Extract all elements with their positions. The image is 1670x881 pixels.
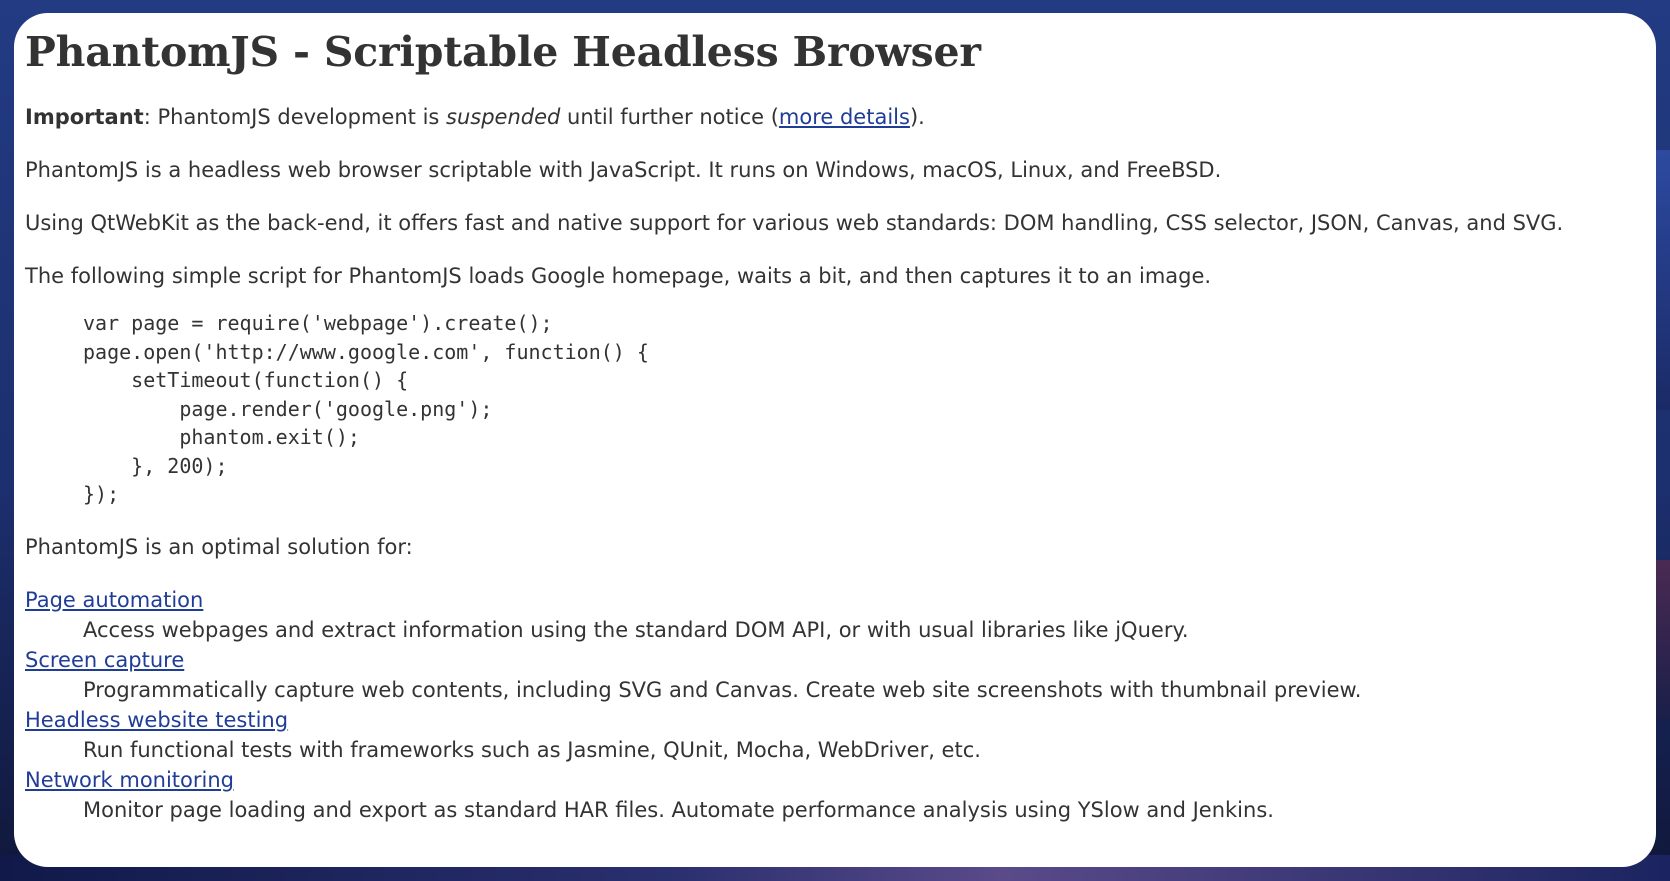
page-title: PhantomJS - Scriptable Headless Browser	[25, 28, 981, 76]
screen-capture-link[interactable]: Screen capture	[25, 648, 184, 672]
use-case-description: Run functional tests with frameworks suc…	[83, 737, 981, 762]
backend-paragraph: Using QtWebKit as the back-end, it offer…	[25, 211, 1564, 235]
network-monitoring-link[interactable]: Network monitoring	[25, 768, 234, 792]
more-details-link[interactable]: more details	[779, 105, 910, 129]
notice-text: ).	[909, 105, 925, 129]
optimal-intro: PhantomJS is an optimal solution for:	[25, 534, 413, 559]
use-case-title: Network monitoring	[25, 765, 1616, 795]
notice-text: : PhantomJS development is	[143, 105, 447, 129]
important-notice: Important: PhantomJS development is susp…	[25, 103, 1616, 131]
use-case-description: Access webpages and extract information …	[83, 617, 1189, 642]
use-case-title: Screen capture	[25, 645, 1616, 675]
notice-text: until further notice (	[560, 105, 779, 129]
code-sample: var page = require('webpage').create(); …	[83, 311, 649, 506]
page-card: PhantomJS - Scriptable Headless Browser …	[14, 13, 1656, 867]
page-automation-link[interactable]: Page automation	[25, 588, 203, 612]
important-label: Important	[25, 105, 144, 129]
script-intro-paragraph: The following simple script for PhantomJ…	[25, 264, 1212, 288]
use-case-title: Page automation	[25, 585, 1616, 615]
use-case-description: Programmatically capture web contents, i…	[83, 677, 1362, 702]
notice-emphasis: suspended	[446, 105, 561, 129]
headless-testing-link[interactable]: Headless website testing	[25, 708, 288, 732]
page-content: PhantomJS - Scriptable Headless Browser …	[25, 25, 1616, 825]
use-case-description: Monitor page loading and export as stand…	[83, 797, 1274, 822]
intro-paragraph: PhantomJS is a headless web browser scri…	[25, 158, 1222, 182]
use-case-title: Headless website testing	[25, 705, 1616, 735]
use-case-list: Page automation Access webpages and extr…	[25, 585, 1616, 825]
